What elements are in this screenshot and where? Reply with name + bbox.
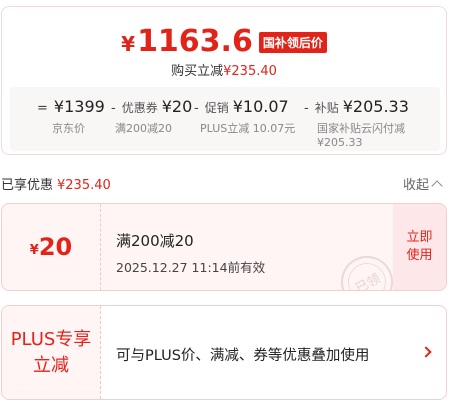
plus-discount-card[interactable]: PLUS专享 立减 可与PLUS价、满减、券等优惠叠加使用: [1, 305, 447, 400]
breakdown-value: ¥20: [161, 97, 193, 116]
applied-discounts-title: 已享优惠 ¥235.40: [1, 174, 111, 193]
operator: -: [194, 101, 199, 116]
coupon-currency: ¥: [29, 242, 39, 258]
coupon-value: ¥ 20: [2, 204, 101, 290]
breakdown-sub: 京东价: [52, 122, 85, 135]
claimed-stamp-icon: 已领: [331, 246, 403, 291]
currency-symbol: ¥: [121, 32, 136, 56]
use-now-label-line2: 使用: [406, 248, 433, 263]
operator: -: [304, 101, 309, 116]
purchase-reduction: 购买立减¥235.40: [2, 60, 446, 79]
collapse-label: 收起: [402, 178, 429, 193]
chevron-up-icon: [431, 180, 443, 192]
breakdown-sub-line1: 国家补贴云闪付减: [317, 122, 405, 135]
use-now-label-line1: 立即: [406, 230, 433, 245]
breakdown-item-subsidy: - 补贴 ¥205.33 国家补贴云闪付减 ¥205.33: [304, 97, 409, 150]
plus-description: 可与PLUS价、满减、券等优惠叠加使用: [116, 348, 370, 364]
operator: -: [111, 101, 116, 116]
breakdown-item-promotion: - 促销 ¥10.07 PLUS立减 10.07元: [194, 97, 295, 136]
applied-discounts-amount: ¥235.40: [57, 178, 111, 193]
coupon-expiry: 2025.12.27 11:14前有效: [116, 260, 266, 275]
price-badge: 国补领后价: [258, 31, 327, 53]
breakdown-item-coupon: - 优惠券 ¥20 满200减20: [111, 97, 192, 136]
price-breakdown: = ¥1399 京东价 - 优惠券 ¥20 满200减20 - 促销 ¥10.0…: [10, 87, 440, 151]
operator: =: [37, 101, 48, 116]
coupon-details: 满200减20 2025.12.27 11:14前有效: [116, 230, 265, 276]
plus-tag: PLUS专享 立减: [2, 306, 101, 399]
breakdown-value: ¥1399: [53, 97, 105, 116]
collapse-button[interactable]: 收起: [402, 174, 443, 193]
coupon-amount: 20: [38, 233, 73, 261]
breakdown-sub: 满200减20: [115, 122, 172, 135]
breakdown-label: 优惠券: [121, 101, 158, 115]
purchase-reduction-amount: ¥235.40: [223, 64, 277, 79]
breakdown-sub-line2: ¥205.33: [317, 136, 363, 149]
breakdown-label: 补贴: [314, 101, 339, 115]
breakdown-value: ¥10.07: [232, 97, 289, 116]
breakdown-item-jd-price: = ¥1399 京东价: [37, 97, 105, 136]
coupon-condition: 满200减20: [116, 232, 194, 250]
final-price: 1163.6: [137, 23, 253, 59]
plus-tag-line1: PLUS专享: [10, 328, 92, 350]
plus-tag-line2: 立减: [33, 354, 69, 376]
applied-discounts-header: 已享优惠 ¥235.40 收起: [0, 172, 455, 193]
breakdown-sub: PLUS立减 10.07元: [200, 122, 296, 135]
breakdown-sub: 国家补贴云闪付减 ¥205.33: [317, 122, 409, 150]
purchase-reduction-label: 购买立减: [171, 64, 224, 79]
breakdown-value: ¥205.33: [342, 97, 409, 116]
price-summary-card: ¥ 1163.6 国补领后价 购买立减¥235.40 = ¥1399 京东价 -…: [1, 6, 447, 155]
chevron-right-icon[interactable]: [420, 346, 432, 358]
breakdown-label: 促销: [204, 101, 229, 115]
use-now-button[interactable]: 立即 使用: [393, 204, 446, 290]
applied-discounts-label: 已享优惠: [1, 178, 54, 193]
coupon-card: ¥ 20 满200减20 2025.12.27 11:14前有效 已领 立即 使…: [1, 203, 447, 291]
claimed-stamp-text: 已领: [352, 271, 383, 291]
final-price-row: ¥ 1163.6 国补领后价: [2, 21, 446, 61]
